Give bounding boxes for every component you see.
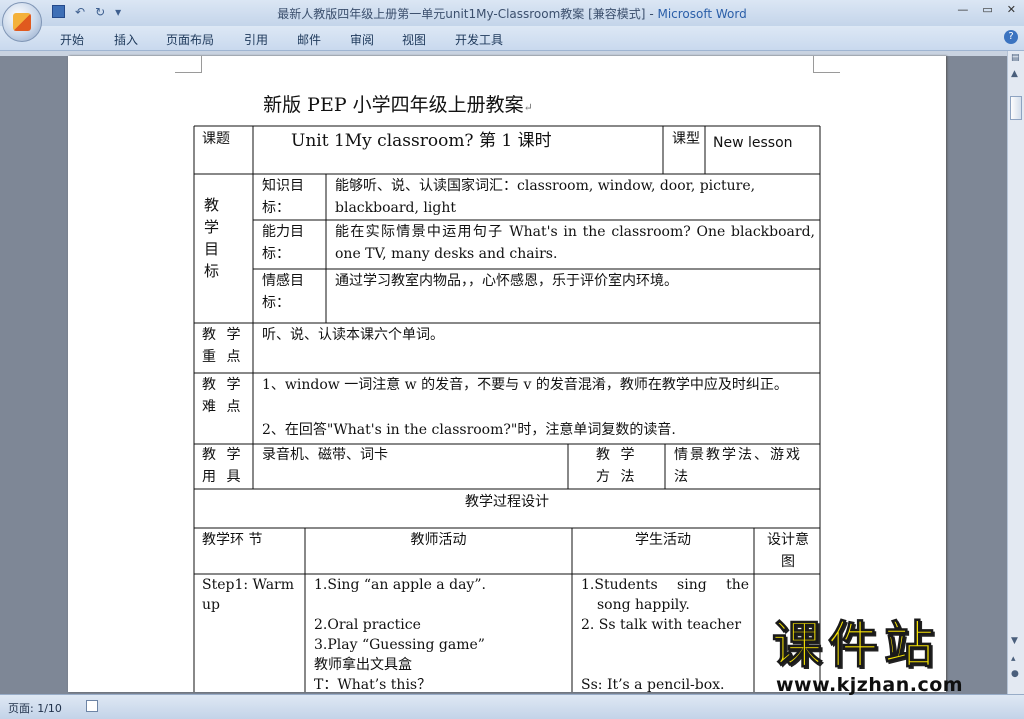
teacher-line: 教师拿出文具盒: [314, 657, 412, 673]
tab-mailings[interactable]: 邮件: [297, 31, 321, 48]
window-controls: — ▭ ✕: [957, 3, 1016, 16]
office-logo-icon: [13, 13, 31, 31]
goal-emotion-text: 通过学习教室内物品，，心怀感恩，乐于评价室内环境。: [335, 273, 678, 289]
type-value: New lesson: [713, 135, 793, 151]
teacher-line: T：What’s this？: [314, 677, 432, 692]
ruler-toggle-icon[interactable]: ▤: [1011, 53, 1020, 63]
tools-label: 教 学 用 具: [202, 447, 244, 485]
tab-view[interactable]: 视图: [402, 31, 426, 48]
goal-ability-text: 能在实际情景中运用句子 What's in the classroom? One…: [335, 224, 815, 262]
process-title: 教学过程设计: [465, 494, 549, 510]
lesson-title: Unit 1My classroom? 第 1 课时: [291, 131, 552, 151]
col-header-teacher: 教师活动: [410, 532, 467, 548]
difficulty-text-2: 2、在回答"What's in the classroom?"时，注意单词复数的…: [262, 422, 676, 438]
minimize-icon[interactable]: —: [957, 3, 968, 16]
goals-label: 教学目标: [204, 196, 220, 280]
app-name: Microsoft Word: [657, 7, 747, 21]
difficulty-label: 教 学 难 点: [202, 377, 244, 415]
tab-home[interactable]: 开始: [60, 31, 84, 48]
lesson-label: 课题: [202, 131, 230, 147]
status-bar: 页面: 1/10: [0, 694, 1024, 719]
title-separator: -: [645, 7, 658, 21]
teacher-line: 1.Sing “an apple a day”.: [314, 577, 486, 593]
tab-review[interactable]: 审阅: [350, 31, 374, 48]
document-name: 最新人教版四年级上册第一单元unit1My-Classroom教案 [兼容模式]: [277, 7, 646, 21]
window-title: 最新人教版四年级上册第一单元unit1My-Classroom教案 [兼容模式]…: [0, 5, 1024, 22]
tools-text: 录音机、磁带、词卡: [262, 447, 388, 463]
goal-ability-label: 能力目标：: [262, 224, 304, 262]
col-header-stage: 教学环 节: [202, 532, 263, 548]
office-button[interactable]: [2, 2, 42, 42]
watermark-url: www.kjzhan.com: [776, 674, 964, 696]
previous-page-icon[interactable]: ▴: [1011, 654, 1016, 664]
method-label: 教 学 方 法: [596, 447, 638, 485]
tab-developer[interactable]: 开发工具: [455, 31, 503, 48]
tab-references[interactable]: 引用: [244, 31, 268, 48]
title-bar: ↶ ↻ ▾ 最新人教版四年级上册第一单元unit1My-Classroom教案 …: [0, 0, 1024, 26]
tab-insert[interactable]: 插入: [114, 31, 138, 48]
document-page[interactable]: 新版 PEP 小学四年级上册教案↵ 课题 Unit 1My classroom?…: [68, 56, 946, 692]
page-indicator[interactable]: 页面: 1/10: [8, 700, 62, 716]
goal-knowledge-label: 知识目标：: [262, 178, 304, 216]
method-text: 情景教学法、游戏法: [674, 447, 802, 485]
student-line: Ss: It’s a pencil-box.: [581, 677, 725, 692]
teacher-line: 2.Oral practice: [314, 617, 421, 633]
teacher-line: 3.Play “Guessing game”: [314, 637, 485, 653]
restore-icon[interactable]: ▭: [982, 3, 992, 16]
help-icon[interactable]: ?: [1004, 30, 1018, 44]
scroll-thumb[interactable]: [1010, 96, 1022, 120]
student-line: 1.Students sing the song happily.: [581, 577, 749, 613]
difficulty-text-1: 1、window 一词注意 w 的发音，不要与 v 的发音混淆，教师在教学中应及…: [262, 377, 788, 393]
step1-label: Step1: Warm up: [202, 577, 295, 613]
type-label: 课型: [672, 131, 700, 147]
goal-emotion-label: 情感目标：: [262, 273, 304, 311]
scroll-down-icon[interactable]: ▼: [1011, 636, 1018, 646]
col-header-student: 学生活动: [635, 532, 691, 548]
goal-knowledge-text: 能够听、说、认读国家词汇：classroom, window, door, pi…: [335, 178, 756, 216]
ribbon-tabs: 开始 插入 页面布局 引用 邮件 审阅 视图 开发工具 ?: [0, 26, 1024, 51]
col-header-intent: 设计意图: [767, 532, 809, 570]
key-point-text: 听、说、认读本课六个单词。: [262, 327, 444, 343]
vertical-scrollbar[interactable]: ▤ ▲ ▼ ▴ ●: [1007, 51, 1024, 694]
scroll-up-icon[interactable]: ▲: [1011, 69, 1018, 79]
kjzhan-watermark: 课件站 www.kjzhan.com: [772, 616, 1008, 697]
key-point-label: 教 学 重 点: [202, 327, 244, 365]
watermark-brand: 课件站: [772, 616, 940, 675]
browse-object-icon[interactable]: ●: [1011, 669, 1019, 679]
close-icon[interactable]: ✕: [1007, 3, 1016, 16]
tab-page-layout[interactable]: 页面布局: [166, 31, 214, 48]
proofing-icon[interactable]: [86, 700, 98, 712]
student-line: 2. Ss talk with teacher: [581, 617, 742, 633]
